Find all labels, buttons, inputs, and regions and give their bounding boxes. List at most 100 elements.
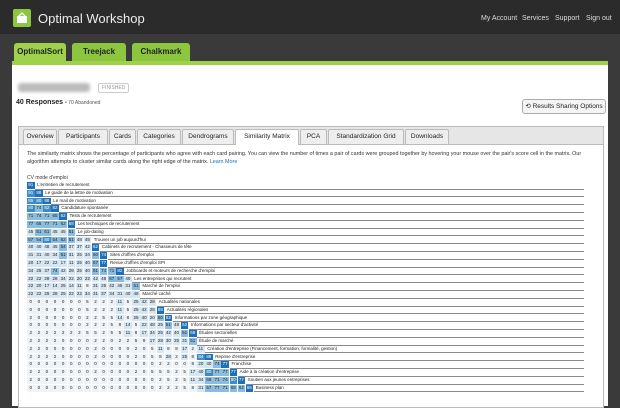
matrix-cell[interactable]: 77 — [213, 384, 221, 392]
matrix-cell[interactable]: 62 — [59, 213, 67, 220]
matrix-cell[interactable]: 22 — [27, 275, 35, 283]
matrix-cell[interactable]: 25 — [132, 299, 140, 306]
matrix-cell[interactable]: 40 — [197, 369, 205, 376]
matrix-cell[interactable]: 8 — [116, 322, 124, 330]
matrix-cell[interactable]: 51 — [189, 338, 197, 345]
results-sharing-options-button[interactable]: ⟲ Results Sharing Options — [522, 99, 606, 114]
tab-categories[interactable]: Categories — [137, 129, 181, 144]
matrix-cell[interactable]: 0 — [108, 384, 116, 392]
matrix-cell[interactable]: 34 — [83, 252, 92, 259]
matrix-cell[interactable]: 77 — [237, 377, 246, 384]
matrix-cell[interactable]: 2 — [27, 314, 35, 322]
matrix-cell[interactable]: 85 — [27, 197, 35, 205]
matrix-cell[interactable]: 2 — [27, 338, 35, 345]
matrix-cell[interactable]: 0 — [108, 353, 116, 361]
matrix-cell[interactable]: 65 — [35, 221, 43, 228]
matrix-cell[interactable]: 20 — [148, 314, 156, 322]
matrix-cell[interactable]: 0 — [59, 314, 67, 322]
matrix-cell[interactable]: 74 — [99, 252, 108, 259]
matrix-cell[interactable]: 42 — [140, 306, 148, 314]
matrix-cell[interactable]: 0 — [140, 369, 148, 376]
matrix-cell[interactable]: 84 — [197, 353, 205, 361]
matrix-cell[interactable]: 0 — [67, 322, 75, 330]
matrix-cell[interactable]: 2 — [99, 306, 108, 314]
matrix-cell[interactable]: 40 — [83, 267, 92, 275]
matrix-cell[interactable]: 77 — [229, 369, 237, 376]
matrix-cell[interactable]: 51 — [59, 252, 67, 259]
matrix-cell[interactable]: 0 — [27, 322, 35, 330]
matrix-cell[interactable]: 0 — [99, 384, 108, 392]
matrix-cell[interactable]: 77 — [99, 260, 108, 267]
matrix-cell[interactable]: 5 — [108, 330, 116, 337]
support-link[interactable]: Support — [555, 15, 580, 22]
matrix-cell[interactable]: 0 — [140, 361, 148, 369]
matrix-cell[interactable]: 25 — [75, 252, 84, 259]
matrix-cell[interactable]: 5 — [108, 322, 116, 330]
matrix-cell[interactable]: 34 — [197, 377, 205, 384]
matrix-cell[interactable]: 62 — [237, 384, 246, 392]
matrix-cell[interactable]: 11 — [116, 306, 124, 314]
matrix-cell[interactable]: 8 — [172, 345, 181, 353]
matrix-cell[interactable]: 0 — [35, 361, 43, 369]
matrix-cell[interactable]: 14 — [116, 314, 124, 322]
matrix-cell[interactable]: 0 — [132, 361, 140, 369]
matrix-cell[interactable]: 20 — [75, 275, 84, 283]
matrix-cell[interactable]: 30 — [164, 338, 173, 345]
matrix-cell[interactable]: 2 — [172, 377, 181, 384]
matrix-cell[interactable]: 88 — [205, 353, 213, 361]
matrix-cell[interactable]: 0 — [99, 369, 108, 376]
matrix-cell[interactable]: 40 — [124, 291, 132, 298]
matrix-cell[interactable]: 0 — [27, 299, 35, 306]
matrix-cell[interactable]: 5 — [83, 306, 92, 314]
matrix-cell[interactable]: 0 — [75, 377, 84, 384]
matrix-cell[interactable]: 5 — [124, 306, 132, 314]
matrix-cell[interactable]: 2 — [59, 330, 67, 337]
tab-participants[interactable]: Participants — [58, 129, 108, 144]
matrix-cell[interactable]: 28 — [156, 338, 165, 345]
matrix-cell[interactable]: 2 — [172, 369, 181, 376]
matrix-cell[interactable]: 0 — [43, 384, 51, 392]
matrix-cell[interactable]: 0 — [51, 361, 59, 369]
matrix-cell[interactable]: 37 — [67, 244, 75, 252]
matrix-cell[interactable]: 2 — [91, 322, 100, 330]
matrix-cell[interactable]: 0 — [140, 377, 148, 384]
matrix-cell[interactable]: 31 — [124, 283, 132, 291]
matrix-cell[interactable]: 0 — [43, 345, 51, 353]
matrix-cell[interactable]: 25 — [156, 322, 165, 330]
matrix-cell[interactable]: 65 — [51, 213, 59, 220]
matrix-cell[interactable]: 2 — [35, 345, 43, 353]
matrix-cell[interactable]: 0 — [67, 314, 75, 322]
matrix-cell[interactable]: 74 — [221, 377, 229, 384]
my-account-link[interactable]: My Account — [481, 15, 517, 22]
tab-similarity-matrix[interactable]: Similarity Matrix — [235, 129, 299, 145]
matrix-cell[interactable]: 25 — [132, 306, 140, 314]
tab-downloads[interactable]: Downloads — [405, 129, 449, 144]
matrix-cell[interactable]: 0 — [116, 361, 124, 369]
matrix-cell[interactable]: 22 — [67, 291, 75, 298]
tab-optimalsort[interactable]: OptimalSort — [14, 43, 66, 62]
matrix-cell[interactable]: 0 — [27, 384, 35, 392]
matrix-cell[interactable]: 0 — [108, 338, 116, 345]
matrix-cell[interactable]: 57 — [91, 260, 100, 267]
matrix-cell[interactable]: 2 — [99, 338, 108, 345]
matrix-cell[interactable]: 2 — [43, 330, 51, 337]
matrix-cell[interactable]: 2 — [35, 338, 43, 345]
matrix-cell[interactable]: 77 — [213, 369, 221, 376]
matrix-cell[interactable]: 5 — [148, 345, 156, 353]
matrix-cell[interactable]: 0 — [59, 384, 67, 392]
matrix-cell[interactable]: 0 — [43, 306, 51, 314]
matrix-cell[interactable]: 0 — [99, 361, 108, 369]
matrix-cell[interactable]: 45 — [83, 236, 92, 244]
matrix-cell[interactable]: 0 — [83, 338, 92, 345]
matrix-cell[interactable]: 77 — [221, 361, 229, 369]
matrix-cell[interactable]: 5 — [156, 369, 165, 376]
matrix-cell[interactable]: 0 — [132, 384, 140, 392]
matrix-cell[interactable]: 0 — [75, 314, 84, 322]
matrix-cell[interactable]: 28 — [67, 267, 75, 275]
matrix-cell[interactable]: 80 — [43, 236, 51, 244]
matrix-cell[interactable]: 11 — [197, 345, 205, 353]
services-link[interactable]: Services — [522, 15, 549, 22]
matrix-cell[interactable]: 57 — [205, 384, 213, 392]
matrix-cell[interactable]: 0 — [83, 384, 92, 392]
matrix-cell[interactable]: 14 — [51, 283, 59, 291]
